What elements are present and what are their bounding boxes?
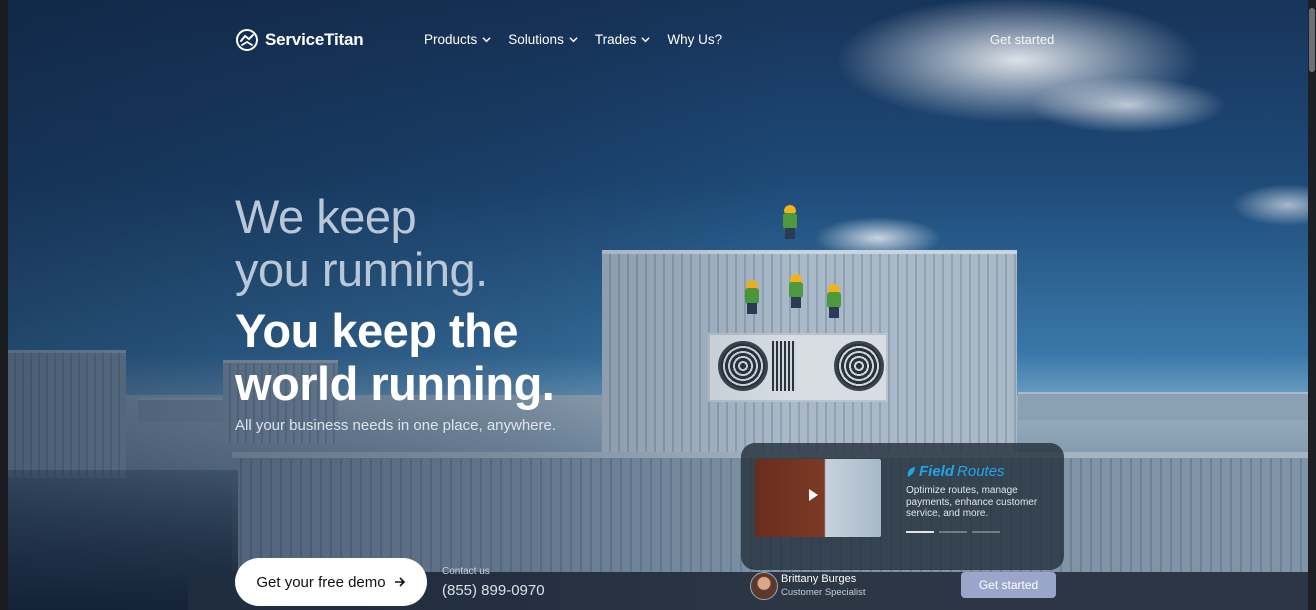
nav-get-started-link[interactable]: Get started	[990, 32, 1054, 47]
hero-line: world running.	[235, 357, 555, 410]
background-overlay	[8, 0, 1308, 610]
nav-item-why-us[interactable]: Why Us?	[667, 32, 722, 47]
hero-subtitle: All your business needs in one place, an…	[235, 417, 557, 434]
carousel-indicators	[906, 531, 1000, 533]
nav-item-label: Trades	[594, 32, 637, 47]
nav-item-trades[interactable]: Trades	[595, 32, 651, 47]
servicetitan-logo[interactable]: ServiceTitan	[235, 28, 364, 52]
rep-title: Customer Specialist	[781, 587, 866, 598]
play-icon[interactable]	[809, 489, 818, 501]
get-started-button[interactable]: Get started	[961, 572, 1056, 598]
hero-headline-primary: You keep the world running.	[235, 304, 555, 410]
hero-section: ServiceTitan Products Solutions Trades W…	[8, 0, 1308, 610]
scrollbar-thumb[interactable]	[1309, 8, 1315, 72]
fieldroutes-logo: Field Routes	[906, 463, 1005, 480]
nav-item-label: Why Us?	[667, 32, 723, 47]
chevron-down-icon	[569, 37, 578, 43]
fieldroutes-leaf-icon	[907, 466, 915, 477]
rep-name: Brittany Burges	[781, 573, 857, 585]
top-navigation: ServiceTitan Products Solutions Trades W…	[8, 0, 1308, 80]
nav-item-label: Solutions	[508, 32, 564, 47]
brand-name-part: Routes	[957, 463, 1005, 480]
free-demo-label: Get your free demo	[256, 573, 386, 591]
carousel-dot[interactable]	[972, 531, 1000, 533]
hero-line: We keep	[235, 190, 417, 243]
brand-name-part: Field	[919, 463, 955, 480]
logo-text: ServiceTitan	[265, 30, 364, 49]
free-demo-button[interactable]: Get your free demo	[235, 558, 427, 606]
chevron-down-icon	[482, 37, 491, 43]
promo-description: Optimize routes, manage payments, enhanc…	[906, 485, 1038, 519]
servicetitan-logo-icon	[236, 29, 258, 51]
nav-item-products[interactable]: Products	[424, 32, 491, 47]
page-scrollbar[interactable]	[1308, 0, 1316, 610]
hero-headline-secondary: We keep you running.	[235, 190, 488, 296]
contact-phone-link[interactable]: (855) 899-0970	[442, 582, 545, 599]
nav-links: Products Solutions Trades Why Us?	[424, 32, 722, 47]
hero-line: You keep the	[235, 304, 519, 357]
carousel-dot[interactable]	[906, 531, 934, 533]
carousel-dot[interactable]	[939, 531, 967, 533]
nav-item-label: Products	[424, 32, 478, 47]
nav-item-solutions[interactable]: Solutions	[508, 32, 578, 47]
avatar	[750, 572, 778, 600]
promo-video-thumbnail[interactable]	[755, 459, 881, 537]
promo-card[interactable]: Field Routes Optimize routes, manage paym…	[741, 443, 1064, 570]
arrow-right-icon	[394, 577, 405, 587]
chevron-down-icon	[641, 37, 650, 43]
hero-line: you running.	[235, 243, 488, 296]
contact-label: Contact us	[442, 566, 490, 577]
